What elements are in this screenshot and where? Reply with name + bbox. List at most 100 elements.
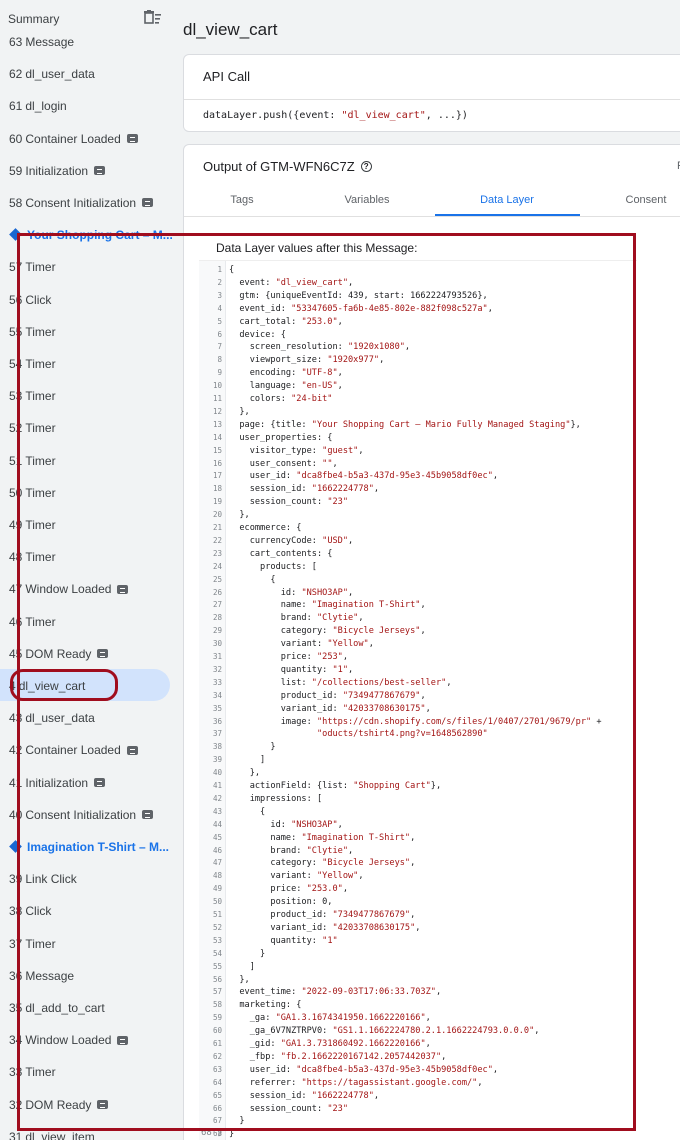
code-line: 53 quantity: "1" — [199, 935, 639, 948]
line-number: 67 — [212, 1116, 222, 1126]
code-line: 21 ecommerce: { — [199, 522, 639, 535]
sidebar-item-label: 40 Consent Initialization — [9, 808, 154, 822]
sidebar-page-item[interactable]: Your Shopping Cart – M... — [0, 218, 182, 250]
sidebar-item-text: Timer — [25, 1065, 56, 1080]
sidebar-item-label: 4 dl_view_cart — [9, 679, 85, 693]
sidebar-item-text: Click — [25, 292, 52, 307]
sidebar-event-item[interactable]: 38 Click — [0, 894, 182, 926]
sidebar-event-item[interactable]: 43 dl_user_data — [0, 701, 182, 733]
code-line: 47 category: "Bicycle Jerseys", — [199, 857, 639, 870]
code-text: currencyCode: "USD", — [229, 535, 354, 546]
sidebar-item-text: Your Shopping Cart – M... — [27, 228, 173, 243]
sidebar-event-item[interactable]: 54 Timer — [0, 347, 182, 379]
help-circle-icon[interactable]: ? — [360, 161, 372, 173]
code-line: 4 event_id: "53347605-fa6b-4e85-802e-882… — [199, 303, 639, 316]
sidebar-event-item[interactable]: 52 Timer — [0, 411, 182, 443]
line-number: 19 — [212, 497, 222, 507]
sidebar-page-item[interactable]: Imagination T-Shirt – M... — [0, 830, 182, 862]
code-text: { — [229, 806, 266, 817]
sidebar-item-label: 48 Timer — [9, 550, 56, 564]
code-line: 58 marketing: { — [199, 999, 639, 1012]
sidebar-event-item[interactable]: 45 DOM Ready — [0, 637, 182, 669]
code-line: 62 _fbp: "fb.2.1662220167142.2057442037"… — [199, 1051, 639, 1064]
code-text: price: "253", — [229, 652, 349, 662]
line-number: 62 — [212, 1051, 222, 1061]
sidebar-event-item[interactable]: 49 Timer — [0, 508, 182, 540]
code-text: impressions: [ — [229, 793, 323, 804]
code-text: }, — [229, 974, 250, 985]
code-text: encoding: "UTF-8", — [229, 368, 343, 379]
line-number: 12 — [212, 406, 222, 416]
code-line: 57 event_time: "2022-09-03T17:06:33.703Z… — [199, 986, 639, 999]
line-number: 4 — [217, 303, 222, 313]
sidebar-event-item[interactable]: 58 Consent Initialization — [0, 186, 182, 218]
code-line: 41 actionField: {list: "Shopping Cart"}, — [199, 780, 639, 793]
line-number: 27 — [212, 600, 222, 610]
sidebar-event-item[interactable]: 4 dl_view_cart — [0, 669, 170, 701]
code-line: 16 user_consent: "", — [199, 458, 639, 471]
data-layer-code[interactable]: 1{2 event: "dl_view_cart", 3 gtm: {unique… — [199, 260, 637, 1140]
sidebar-event-item[interactable]: 48 Timer — [0, 540, 182, 572]
sidebar-event-item[interactable]: 56 Click — [0, 283, 182, 315]
code-line: 48 variant: "Yellow", — [199, 870, 639, 883]
line-number: 15 — [212, 445, 222, 455]
clear-list-icon[interactable] — [144, 10, 162, 26]
sidebar-event-item[interactable]: 37 Timer — [0, 927, 182, 959]
sidebar-event-item[interactable]: 39 Link Click — [0, 862, 182, 894]
tab-data-layer[interactable]: Data Layer — [467, 194, 547, 206]
code-line: 54 } — [199, 948, 639, 961]
sidebar-item-number: 46 — [9, 614, 23, 629]
sidebar-event-item[interactable]: 36 Message — [0, 959, 182, 991]
code-line: 10 language: "en-US", — [199, 380, 639, 393]
sidebar-item-text: dl_add_to_cart — [25, 1001, 105, 1015]
sidebar-event-item[interactable]: 51 Timer — [0, 444, 182, 476]
code-line: 9 encoding: "UTF-8", — [199, 367, 639, 380]
code-line: 40 }, — [199, 767, 639, 780]
line-number: 34 — [212, 690, 222, 700]
sidebar-event-item[interactable]: 59 Initialization — [0, 154, 182, 186]
line-number: 52 — [212, 922, 222, 932]
api-call-card: API Call dataLayer.push({event: "dl_view… — [183, 54, 680, 132]
tab-variables[interactable]: Variables — [327, 194, 407, 206]
sidebar-item-label: 47 Window Loaded — [9, 582, 129, 596]
sidebar-event-item[interactable]: 42 Container Loaded — [0, 733, 182, 765]
sidebar-item-label: 53 Timer — [9, 389, 56, 403]
sidebar-event-item[interactable]: 41 Initialization — [0, 766, 182, 798]
sidebar-item-label: 33 Timer — [9, 1065, 56, 1079]
sidebar-event-item[interactable]: 60 Container Loaded — [0, 122, 182, 154]
tab-tags[interactable]: Tags — [202, 194, 282, 206]
tab-consent[interactable]: Consent — [606, 194, 680, 206]
sidebar-event-item[interactable]: 32 DOM Ready — [0, 1088, 182, 1120]
code-line: 36 image: "https://cdn.shopify.com/s/fil… — [199, 716, 639, 729]
sidebar-event-item[interactable]: 53 Timer — [0, 379, 182, 411]
sidebar-event-item[interactable]: 50 Timer — [0, 476, 182, 508]
api-code-string: "dl_view_cart" — [341, 110, 426, 121]
line-number: 41 — [212, 781, 222, 790]
line-number: 64 — [212, 1077, 222, 1087]
code-text: variant_id: "42033708630175", — [229, 703, 431, 714]
code-text: brand: "Clytie", — [229, 613, 364, 624]
sidebar-item-label: 31 dl_view_item — [9, 1130, 95, 1140]
sidebar-item-label: 60 Container Loaded — [9, 132, 138, 146]
code-text: name: "Imagination T-Shirt", — [229, 832, 416, 843]
sidebar-event-item[interactable]: 46 Timer — [0, 605, 182, 637]
sidebar-event-item[interactable]: 62 dl_user_data — [0, 57, 182, 89]
sidebar-item-number: 56 — [9, 292, 23, 307]
code-line: 26 id: "NSHO3AP", — [199, 587, 639, 600]
sidebar-event-item[interactable]: 57 Timer — [0, 250, 182, 282]
code-text: ecommerce: { — [229, 523, 302, 533]
code-text: _ga: "GA1.3.1674341950.1662220166", — [229, 1013, 431, 1024]
sidebar-event-item[interactable]: 34 Window Loaded — [0, 1023, 182, 1055]
line-number: 35 — [212, 703, 222, 713]
code-line: 65 session_id: "1662224778", — [199, 1090, 639, 1103]
output-card: Output of GTM-WFN6C7Z? F Tags Variables … — [183, 144, 680, 1140]
sidebar-item-number: 51 — [9, 453, 23, 468]
sidebar-item-text: Timer — [25, 357, 56, 371]
sidebar-event-item[interactable]: 40 Consent Initialization — [0, 798, 182, 830]
sidebar-event-item[interactable]: 31 dl_view_item — [0, 1120, 182, 1140]
sidebar-event-item[interactable]: 47 Window Loaded — [0, 572, 182, 604]
sidebar-event-item[interactable]: 55 Timer — [0, 315, 182, 347]
sidebar-event-item[interactable]: 35 dl_add_to_cart — [0, 991, 182, 1023]
sidebar-event-item[interactable]: 33 Timer — [0, 1055, 182, 1087]
sidebar-event-item[interactable]: 61 dl_login — [0, 89, 182, 121]
